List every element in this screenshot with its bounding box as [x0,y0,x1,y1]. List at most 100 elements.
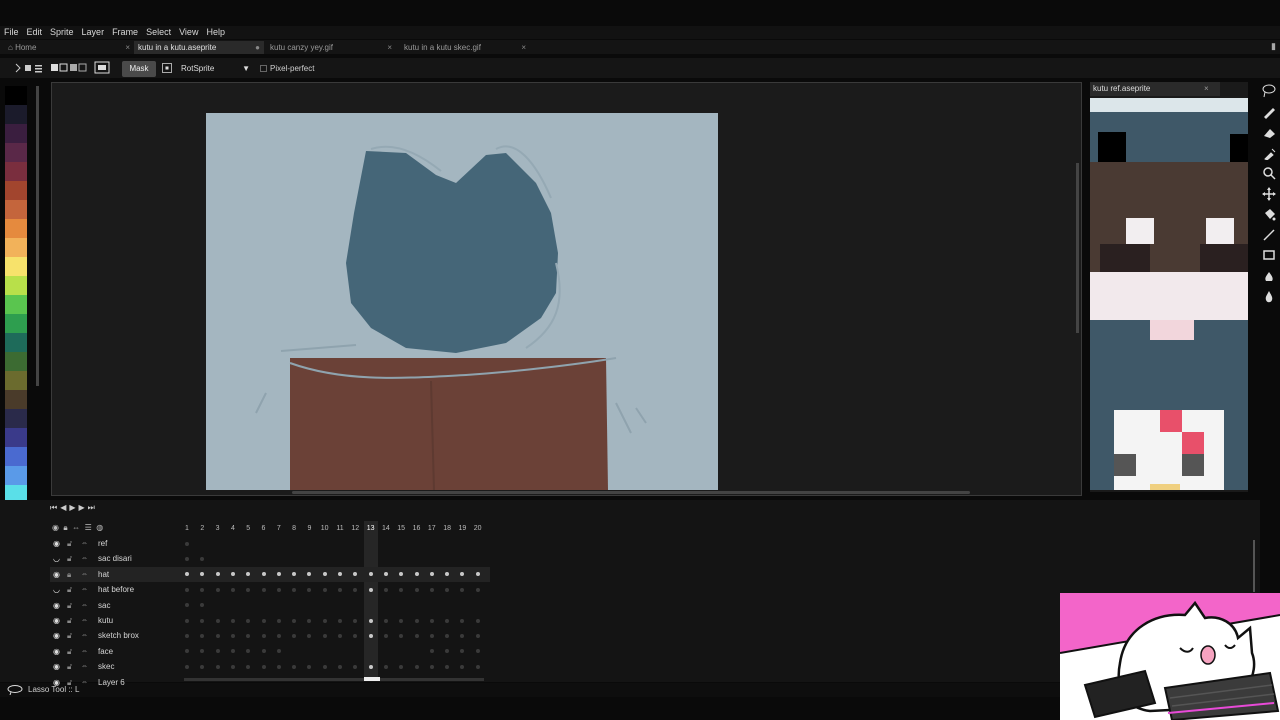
cel-marker[interactable] [215,572,220,577]
frame-number[interactable]: 4 [226,524,240,534]
cel-marker[interactable] [460,618,465,623]
menu-select[interactable]: Select [142,26,175,39]
cel-marker[interactable] [261,649,266,654]
layer-row[interactable]: ◉ 🔓︎ ⇔ Layer 6 [50,675,490,690]
cel-marker[interactable] [246,664,251,669]
continuous-icon[interactable]: ⇔ [81,662,91,671]
cel-marker[interactable] [368,664,373,669]
pixel-perfect-checkbox[interactable]: Pixel-perfect [260,63,314,75]
frame-number[interactable]: 8 [287,524,301,534]
cel-marker[interactable] [368,618,373,623]
cel-marker[interactable] [414,618,419,623]
eye-icon[interactable]: ◉ [52,570,61,579]
frame-number[interactable]: 13 [364,524,378,534]
eye-icon[interactable]: ◉ [52,662,61,671]
play-icon[interactable]: ▶ [69,503,75,515]
lock-icon[interactable]: 🔓︎ [67,631,75,640]
cel-marker[interactable] [414,587,419,592]
cel-marker[interactable] [292,633,297,638]
cel-marker[interactable] [383,633,388,638]
timeline-vertical-scrollbar[interactable] [1253,540,1255,592]
palette-swatch[interactable] [5,276,27,295]
layer-row[interactable]: ◉ 🔓︎ ⇔ kutu [50,613,490,628]
frame-number[interactable]: 18 [440,524,454,534]
first-frame-icon[interactable]: ⏮ [50,503,57,515]
lock-icon[interactable]: 🔓︎ [67,554,75,563]
cel-marker[interactable] [383,587,388,592]
cel-marker[interactable] [276,664,281,669]
cel-marker[interactable] [230,664,235,669]
layer-row[interactable]: ◉ 🔓︎ ⇔ skec [50,659,490,674]
palette-swatch[interactable] [5,352,27,371]
cel-marker[interactable] [276,618,281,623]
cel-marker[interactable] [200,618,205,623]
cel-marker[interactable] [185,664,189,669]
frame-number[interactable]: 14 [379,524,393,534]
layer-row[interactable]: ◉ 🔓︎ ⇔ sketch brox [50,628,490,643]
lock-icon[interactable]: 🔓︎ [67,678,75,687]
frame-number[interactable]: 17 [425,524,439,534]
cel-marker[interactable] [383,618,388,623]
frame-number[interactable]: 15 [394,524,408,534]
cel-marker[interactable] [475,587,480,592]
pivot-icon[interactable] [162,63,172,73]
cel-marker[interactable] [322,633,327,638]
cel-marker[interactable] [475,618,480,623]
cel-marker[interactable] [292,618,297,623]
cel-marker[interactable] [445,633,450,638]
cel-marker[interactable] [429,587,434,592]
close-icon[interactable]: × [521,41,526,54]
eye-closed-icon[interactable]: ◡ [52,554,61,563]
palette-swatch[interactable] [5,371,27,390]
cel-marker[interactable] [368,587,373,592]
cel-marker[interactable] [185,618,189,623]
cel-marker[interactable] [261,587,266,592]
menu-edit[interactable]: Edit [23,26,47,39]
frame-number[interactable]: 10 [318,524,332,534]
cel-marker[interactable] [368,633,373,638]
cel-marker[interactable] [322,618,327,623]
eye-icon[interactable]: ◉ [52,647,61,656]
cel-marker[interactable] [399,664,404,669]
cel-marker[interactable] [475,633,480,638]
cel-marker[interactable] [215,649,220,654]
cel-marker[interactable] [429,618,434,623]
palette-swatch[interactable] [5,466,27,485]
unsaved-icon[interactable]: ● [255,41,260,54]
lock-icon[interactable]: 🔓︎ [67,647,75,656]
continuous-icon[interactable]: ⇔ [81,647,91,656]
frame-number[interactable]: 20 [471,524,485,534]
lock-icon[interactable]: 🔓︎ [67,539,75,548]
selection-ops-icons[interactable] [50,63,88,73]
last-frame-icon[interactable]: ⏭ [88,503,95,515]
continuous-icon[interactable]: ⇔ [81,616,91,625]
menu-file[interactable]: File [0,26,23,39]
layer-row[interactable]: ◉ 🔒︎ ⇔ hat [50,566,490,582]
palette-swatch[interactable] [5,333,27,352]
cel-marker[interactable] [261,633,266,638]
layer-row[interactable]: ◡ 🔓︎ ⇔ sac disari [50,551,490,566]
cel-marker[interactable] [445,664,450,669]
layer-row[interactable]: ◡ 🔓︎ ⇔ hat before [50,582,490,597]
rectangle-icon[interactable] [1262,248,1276,262]
cel-marker[interactable] [185,556,189,561]
frame-number[interactable]: 12 [348,524,362,534]
cel-marker[interactable] [215,664,220,669]
palette-swatch[interactable] [5,86,27,105]
cel-marker[interactable] [261,664,266,669]
cel-marker[interactable] [445,618,450,623]
lock-icon[interactable]: 🔓︎ [67,585,75,594]
cel-marker[interactable] [322,664,327,669]
continuous-icon[interactable]: ⇔ [81,585,91,594]
cel-marker[interactable] [368,572,373,577]
palette-swatch[interactable] [5,162,27,181]
close-icon[interactable]: × [125,41,130,54]
canvas-vertical-scrollbar[interactable] [1076,163,1079,333]
tab-overflow-icon[interactable]: ▮ [1271,41,1276,52]
frame-number[interactable]: 2 [195,524,209,534]
palette-scrollbar[interactable] [36,86,39,386]
eye-icon[interactable]: ◉ [52,631,61,640]
layer-row[interactable]: ◉ 🔓︎ ⇔ sac [50,598,490,613]
menu-view[interactable]: View [175,26,202,39]
cel-marker[interactable] [185,633,189,638]
